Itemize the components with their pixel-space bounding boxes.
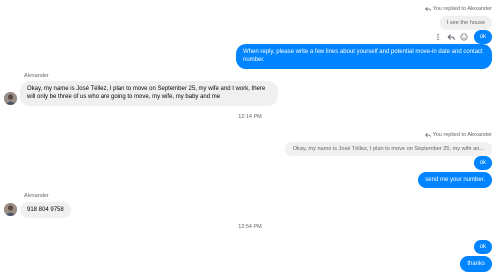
message-text: thanks [467,261,485,267]
message-actions [434,33,468,41]
message-text: ok [479,160,486,166]
reply-icon[interactable] [447,33,455,41]
timestamp: 12:14 PM [238,114,262,120]
message-text: Okay, my name is José Téllez, I plan to … [27,86,266,101]
message-text: ok [479,244,486,250]
outgoing-message[interactable]: ok [473,240,492,255]
outgoing-message[interactable]: ok [473,156,492,171]
outgoing-message[interactable]: When reply, please write a few lines abo… [236,44,492,70]
reply-meta-text: You replied to Alexander [432,6,492,12]
outgoing-message[interactable]: thanks [460,256,492,273]
reply-meta-text: You replied to Alexander [432,132,492,138]
avatar[interactable] [4,92,17,105]
quoted-message[interactable]: Okay, my name is José Téllez, I plan to … [284,142,492,156]
avatar-image [4,92,17,105]
reply-meta: You replied to Alexander [424,132,492,138]
sender-name: Alexander [24,73,49,79]
message-text: ok [479,34,486,40]
quoted-message-text: Okay, my name is José Téllez, I plan to … [292,146,484,152]
outgoing-message[interactable]: send me your number. [418,172,492,189]
quoted-message-text: I see the house [446,20,485,26]
message-text: 918 804 9758 [27,207,64,213]
incoming-message[interactable]: 918 804 9758 [20,202,71,219]
timestamp: 12:54 PM [238,224,262,230]
reply-arrow-icon [424,6,431,12]
avatar[interactable] [4,203,17,216]
more-vertical-icon[interactable] [434,33,442,41]
quoted-message[interactable]: I see the house [439,16,492,30]
message-text: send me your number. [425,177,485,183]
emoji-smile-icon[interactable] [460,33,468,41]
reply-arrow-icon [424,132,431,138]
outgoing-message[interactable]: ok [473,30,492,45]
avatar-image [4,203,17,216]
incoming-message[interactable]: Okay, my name is José Téllez, I plan to … [20,81,278,106]
reply-meta: You replied to Alexander [424,6,492,12]
sender-name: Alexander [24,193,49,199]
message-text: When reply, please write a few lines abo… [243,49,483,64]
